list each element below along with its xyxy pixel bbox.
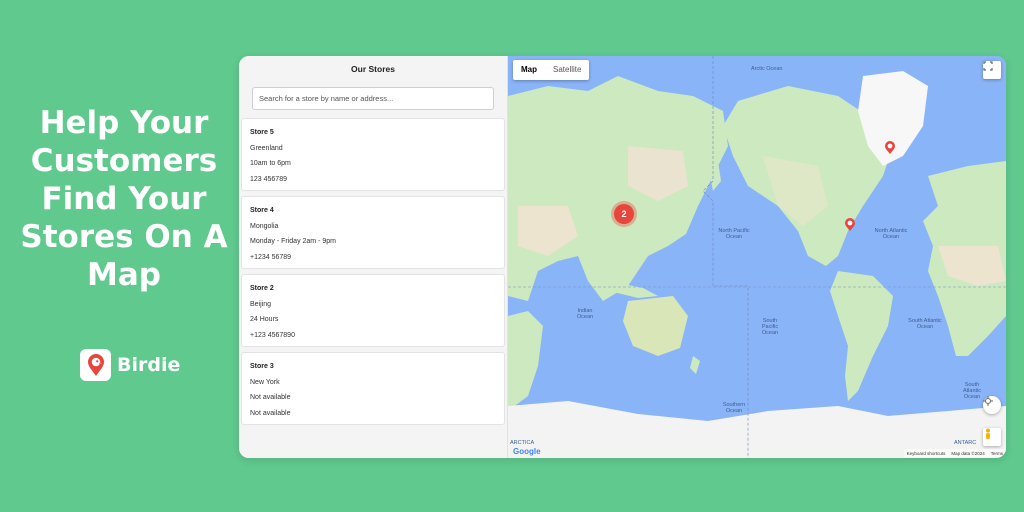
store-card-store-2[interactable]: Store 2 Beijing 24 Hours +123 4567890 (241, 274, 505, 347)
store-name: Store 5 (250, 129, 274, 136)
keyboard-shortcuts-link[interactable]: Keyboard shortcuts (907, 451, 946, 456)
store-name: Store 2 (250, 285, 274, 292)
sidebar-title: Our Stores (351, 64, 395, 74)
store-phone: +1234 56789 (250, 253, 292, 261)
brand: Birdie (80, 348, 180, 382)
map-pin-icon (845, 218, 855, 231)
hero-line: Help Your (39, 105, 209, 141)
birdie-pin-logo-icon (80, 349, 111, 381)
my-location-button[interactable] (983, 396, 1001, 414)
store-card-store-5[interactable]: Store 5 Greenland 10am to 6pm 123 456789 (241, 118, 505, 191)
marker-cluster[interactable]: 2 (614, 204, 634, 224)
store-phone: +123 4567890 (250, 331, 295, 339)
hero-line: Find Your (41, 181, 207, 217)
ocean-label: Southern Ocean (722, 402, 746, 414)
street-view-button[interactable] (983, 428, 1001, 446)
hero-line: Stores On A (20, 219, 228, 255)
world-map[interactable]: Map Satellite Arctic Ocean North Pacific… (508, 56, 1006, 458)
hero-line: Customers (30, 143, 218, 179)
store-hours: Monday - Friday 2am - 9pm (250, 238, 336, 245)
ocean-label: Indian Ocean (576, 308, 594, 320)
store-location: Mongolia (250, 222, 279, 230)
store-name: Store 4 (250, 207, 274, 214)
ocean-label: ARCTICA (510, 440, 535, 446)
ocean-label: South Pacific Ocean (761, 318, 779, 336)
crosshair-icon (983, 396, 993, 406)
ocean-label: North Atlantic Ocean (874, 228, 908, 240)
store-location: New York (250, 378, 280, 386)
map-pin-icon (885, 141, 895, 154)
store-locator-app: Our Stores Store 5 Greenland 10am to 6pm… (239, 56, 1006, 458)
terms-link[interactable]: Terms (991, 451, 1003, 456)
brand-name: Birdie (117, 354, 181, 376)
ocean-label: North Pacific Ocean (718, 228, 750, 240)
store-search-input[interactable] (252, 87, 494, 110)
store-card-store-4[interactable]: Store 4 Mongolia Monday - Friday 2am - 9… (241, 196, 505, 269)
store-phone: Not available (250, 409, 291, 417)
store-list: Store 5 Greenland 10am to 6pm 123 456789… (241, 118, 505, 430)
map-type-map-button[interactable]: Map (513, 60, 545, 80)
store-phone: 123 456789 (250, 175, 287, 183)
map-data-attribution: Map data ©2024 (951, 451, 985, 456)
ocean-label: Arctic Ocean (751, 66, 783, 72)
google-logo: Google (513, 447, 541, 456)
store-hours: 24 Hours (250, 316, 279, 323)
map-type-toggle: Map Satellite (513, 60, 590, 80)
pegman-icon (986, 428, 990, 439)
ocean-label: South Atlantic Ocean (908, 318, 942, 330)
ocean-label: ANTARC (954, 440, 977, 446)
map-tiles (508, 56, 1006, 458)
map-type-satellite-button[interactable]: Satellite (545, 60, 589, 80)
store-card-store-3[interactable]: Store 3 New York Not available Not avail… (241, 352, 505, 425)
map-footer: Keyboard shortcuts Map data ©2024 Terms (903, 449, 1006, 458)
store-name: Store 3 (250, 363, 274, 370)
store-hours: Not available (250, 394, 291, 401)
fullscreen-icon (983, 61, 993, 71)
store-sidebar: Our Stores Store 5 Greenland 10am to 6pm… (239, 56, 508, 458)
hero-line: Map (87, 257, 161, 293)
store-location: Greenland (250, 144, 283, 152)
fullscreen-button[interactable] (983, 61, 1001, 79)
store-location: Beijing (250, 300, 272, 308)
google-logo-text: Google (513, 447, 541, 456)
hero-heading: Help Your Customers Find Your Stores On … (18, 104, 230, 294)
search-wrapper (239, 82, 507, 110)
store-hours: 10am to 6pm (250, 160, 291, 167)
